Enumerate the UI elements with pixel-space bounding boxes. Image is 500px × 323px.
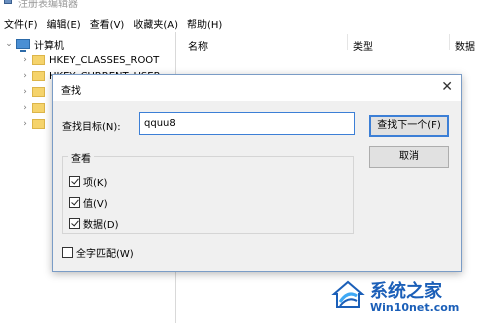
regedit-icon <box>4 0 12 4</box>
watermark-url: Win10net.com <box>370 301 460 314</box>
chevron-right-icon[interactable]: › <box>20 71 30 81</box>
folder-icon <box>32 55 45 65</box>
app-titlebar: 注册表编辑器 <box>0 0 500 10</box>
column-header-name[interactable]: 名称 <box>188 38 208 53</box>
option-keys[interactable]: 项(K) <box>69 174 108 189</box>
dialog-title: 查找 <box>61 86 81 97</box>
look-at-label: 查看 <box>68 150 94 165</box>
option-label: 数据(D) <box>83 219 119 231</box>
app-title: 注册表编辑器 <box>18 0 78 10</box>
tree-item-computer[interactable]: ⌄ 计算机 <box>4 36 64 52</box>
cancel-button[interactable]: 取消 <box>369 146 449 168</box>
folder-icon <box>32 119 45 129</box>
watermark-brand: 系统之家 <box>370 281 442 302</box>
tree-item-label: 计算机 <box>34 40 64 52</box>
tree-item-hklm[interactable]: › <box>20 84 49 100</box>
menu-bar: 文件(F) 编辑(E) 查看(V) 收藏夹(A) 帮助(H) <box>0 14 500 32</box>
folder-icon <box>32 71 45 81</box>
chevron-right-icon[interactable]: › <box>20 103 30 113</box>
tree-item-hku[interactable]: › <box>20 100 49 116</box>
find-dialog: 查找 ✕ 查找目标(N): 查找下一个(F) 取消 查看 项(K) 值(V) 数… <box>52 74 462 272</box>
close-icon[interactable]: ✕ <box>441 78 453 96</box>
folder-icon <box>32 87 45 97</box>
chevron-right-icon[interactable]: › <box>20 55 30 65</box>
watermark: 系统之家 Win10net.com <box>330 268 500 323</box>
option-label: 全字匹配(W) <box>76 248 134 260</box>
folder-icon <box>32 103 45 113</box>
house-logo-icon <box>331 280 365 308</box>
menu-view[interactable]: 查看(V) <box>90 16 125 31</box>
option-label: 值(V) <box>83 198 108 210</box>
option-data[interactable]: 数据(D) <box>69 216 119 231</box>
column-divider[interactable] <box>449 34 450 50</box>
chevron-right-icon[interactable]: › <box>20 87 30 97</box>
computer-icon <box>16 39 30 52</box>
tree-item-label: HKEY_CLASSES_ROOT <box>49 54 160 66</box>
menu-edit[interactable]: 编辑(E) <box>47 16 81 31</box>
column-divider[interactable] <box>347 34 348 50</box>
menu-help[interactable]: 帮助(H) <box>187 16 222 31</box>
look-at-groupbox: 查看 项(K) 值(V) 数据(D) <box>62 150 354 234</box>
menu-favorites[interactable]: 收藏夹(A) <box>133 16 178 31</box>
menu-file[interactable]: 文件(F) <box>4 16 38 31</box>
find-next-button[interactable]: 查找下一个(F) <box>369 115 449 137</box>
find-what-input[interactable] <box>139 112 355 135</box>
chevron-right-icon[interactable]: › <box>20 119 30 129</box>
whole-word-checkbox[interactable] <box>62 246 73 258</box>
option-whole-word[interactable]: 全字匹配(W) <box>62 245 134 260</box>
tree-item-hkcr[interactable]: › HKEY_CLASSES_ROOT <box>20 52 159 68</box>
keys-checkbox[interactable] <box>69 175 80 187</box>
data-checkbox[interactable] <box>69 217 80 229</box>
column-header-data[interactable]: 数据 <box>455 38 475 53</box>
option-label: 项(K) <box>83 177 108 189</box>
column-header-type[interactable]: 类型 <box>353 38 373 53</box>
chevron-down-icon[interactable]: ⌄ <box>4 39 14 49</box>
values-checkbox[interactable] <box>69 196 80 208</box>
option-values[interactable]: 值(V) <box>69 195 108 210</box>
find-what-label: 查找目标(N): <box>62 122 121 133</box>
tree-item-hkcc[interactable]: › <box>20 116 49 132</box>
dialog-titlebar[interactable]: 查找 ✕ <box>53 75 461 101</box>
